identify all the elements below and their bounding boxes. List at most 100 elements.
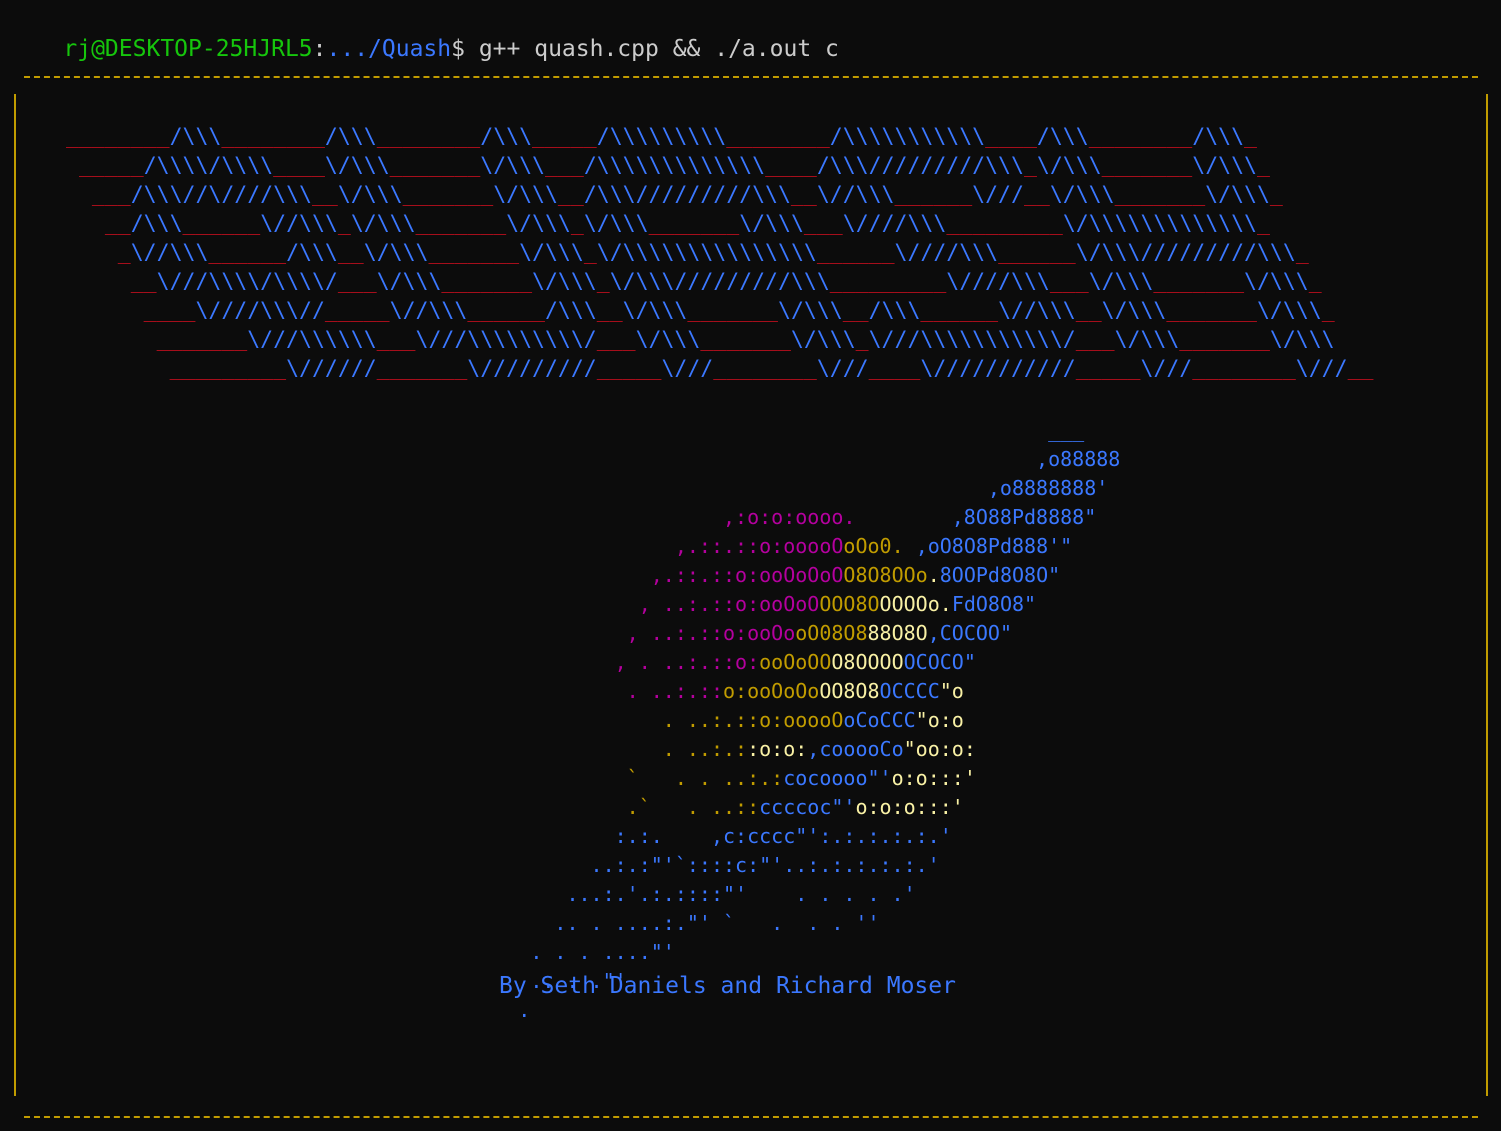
art-segment: ...:.'.:.::::"' . . . . .'	[434, 882, 916, 906]
art-line: , ..:.::o:ooOoOOOO8OOOOOo.FdO8O8"	[434, 590, 1120, 619]
ascii-art-illustration: ___ ,o88888 ,o8888888' ,:o:o:oooo. ,8O88…	[434, 416, 1120, 1025]
credits-text: By Seth Daniels and Richard Moser	[499, 973, 956, 999]
art-segment: . ..:.:	[434, 708, 748, 732]
art-segment: O8OOOO	[831, 650, 904, 674]
prompt-separator: :	[312, 36, 327, 62]
art-segment: 88O8O	[867, 621, 928, 645]
logo-line: ____\////\\\//_____\//\\\______/\\\__\/\…	[143, 298, 1335, 323]
art-segment: "'	[867, 766, 892, 790]
prompt-path: .../Quash	[326, 36, 452, 62]
art-segment: . ..:.::	[434, 679, 723, 703]
art-segment: :o:o:	[747, 737, 808, 761]
art-segment: ,oO8O8Pd888'"	[915, 534, 1073, 558]
art-segment: OCCCC	[879, 679, 940, 703]
art-segment: .` . ..::	[434, 795, 760, 819]
art-line: ,:o:o:oooo. ,8O88Pd8888"	[434, 503, 1120, 532]
art-segment: ` . . ..:.:	[434, 766, 784, 790]
art-segment: .	[927, 563, 940, 587]
logo-line: _\//\\\______/\\\__\/\\\_______\/\\\_\/\…	[117, 240, 1309, 265]
art-segment: ,o8888888'	[434, 476, 1109, 500]
art-segment: ..:.:"'`::::c:"'..:.:.:.:.:.'	[434, 853, 940, 877]
art-segment: ooOoO	[759, 592, 820, 616]
art-segment: o:o:o:::'	[855, 795, 964, 819]
art-segment: O8O8OOo	[843, 563, 928, 587]
art-segment: 8OOPd8O8O"	[939, 563, 1061, 587]
art-segment: ,.::.::o:	[434, 563, 760, 587]
prompt-symbol: $	[451, 36, 465, 62]
art-line: .` . ..::ccccoc"'o:o:o:::'	[434, 793, 1120, 822]
art-line: .. . ....:."' ` . . . ''	[434, 909, 1120, 938]
art-segment: cocoooo	[783, 766, 868, 790]
logo-line: __\///\\\\/\\\\/___\/\\\_______\/\\\_\/\…	[130, 269, 1322, 294]
art-segment: ccccoc	[759, 795, 832, 819]
logo-line: ________/\\\________/\\\________/\\\____…	[66, 124, 1257, 149]
art-segment: OCOCO"	[903, 650, 976, 674]
art-segment: ooOo	[747, 621, 796, 645]
art-segment: .. . ....:."' ` . . . ''	[434, 911, 880, 935]
art-segment: :.:. ,c:cccc"':.:.:.:.:.'	[434, 824, 952, 848]
logo-line: __/\\\______\//\\\_\/\\\_______\/\\\_\/\…	[104, 211, 1270, 236]
art-line: ,.::.::o:ooooOoOo0. ,oO8O8Pd888'"	[434, 532, 1120, 561]
art-segment: oO	[843, 534, 868, 558]
banner-box: ________/\\\________/\\\________/\\\____…	[14, 76, 1488, 1122]
art-segment: ___	[434, 418, 1085, 442]
art-segment: ,o88888	[434, 447, 1121, 471]
art-segment: "oo:o:	[903, 737, 976, 761]
art-segment: ooOoOO	[759, 650, 832, 674]
art-line: ...:.'.:.::::"' . . . . .'	[434, 880, 1120, 909]
logo-line: _____/\\\\/\\\\____\/\\\_______\/\\\___/…	[78, 153, 1270, 178]
art-segment: .	[434, 998, 531, 1022]
art-segment: OOOOo	[879, 592, 940, 616]
art-segment: .	[939, 592, 952, 616]
art-segment: ,8O88Pd8888"	[951, 505, 1097, 529]
art-line: ,o8888888'	[434, 474, 1120, 503]
art-segment: . ..:.:	[434, 737, 748, 761]
art-segment: ooooO	[783, 534, 844, 558]
art-line: ` . . ..:.:cocoooo"'o:o:::'	[434, 764, 1120, 793]
art-segment: , . ..:.::o:	[434, 650, 760, 674]
logo-line: ___/\\\//\////\\\__\/\\\_______\/\\\__/\…	[91, 182, 1283, 207]
banner-right-border	[1486, 94, 1488, 1096]
art-segment: oCoCCC	[843, 708, 916, 732]
banner-left-border	[14, 94, 16, 1096]
art-line: ___	[434, 416, 1120, 445]
art-line: , . ..:.::o:ooOoOOO8OOOOOCOCO"	[434, 648, 1120, 677]
art-segment: ,COCOO"	[927, 621, 1013, 645]
command-text: g++ quash.cpp && ./a.out c	[464, 36, 839, 62]
art-line: ..:.:"'`::::c:"'..:.:.:.:.:.'	[434, 851, 1120, 880]
art-segment: ooooO	[783, 708, 844, 732]
art-line: :.:. ,c:cccc"':.:.:.:.:.'	[434, 822, 1120, 851]
art-segment: ,cooooCo	[807, 737, 904, 761]
art-segment: o:ooOoOo	[722, 679, 820, 703]
art-segment: "'	[831, 795, 856, 819]
art-line: . . . ...."'	[434, 938, 1120, 967]
art-segment: OOO8O	[819, 592, 880, 616]
art-segment: o:o:::'	[891, 766, 976, 790]
art-segment: "o	[939, 679, 964, 703]
art-line: . ..:.::o:o:,cooooCo"oo:o:	[434, 735, 1120, 764]
art-segment: ,.::.::o:	[434, 534, 784, 558]
art-segment: oO08O8	[795, 621, 868, 645]
logo-line: _________\//////_______\/////////_____\/…	[169, 356, 1374, 381]
art-segment: . . . ...."'	[434, 940, 675, 964]
art-line: ,.::.::o:ooOoOoOO8O8OOo.8OOPd8O8O"	[434, 561, 1120, 590]
art-segment: "o:o	[915, 708, 964, 732]
art-segment: ooOoOoO	[759, 563, 844, 587]
art-line: , ..:.::o:ooOooO08O888O8O,COCOO"	[434, 619, 1120, 648]
art-line: . ..:.::o:ooOoOoOO8O8OCCCC"o	[434, 677, 1120, 706]
art-segment: , ..:.::o:	[434, 621, 748, 645]
terminal-window[interactable]: rj@DESKTOP-25HJRL5:.../Quash$ g++ quash.…	[0, 0, 1501, 1131]
banner-top-border	[24, 76, 1478, 78]
art-line: . ..:.::o:ooooOoCoCCC"o:o	[434, 706, 1120, 735]
art-segment: FdO8O8"	[951, 592, 1037, 616]
art-segment: OO8O8	[819, 679, 880, 703]
prompt-user: rj@DESKTOP-25HJRL5	[63, 36, 313, 62]
art-segment: :o:	[747, 708, 784, 732]
art-segment: ,:o:o:oooo.	[434, 505, 952, 529]
banner-bottom-border	[24, 1116, 1478, 1118]
logo-line: _______\///\\\\\\___\///\\\\\\\\\/___\/\…	[156, 327, 1335, 352]
art-segment: o0.	[867, 534, 916, 558]
art-segment: , ..:.::o:	[434, 592, 760, 616]
art-line: ,o88888	[434, 445, 1120, 474]
quash-ascii-logo: ________/\\\________/\\\________/\\\____…	[66, 122, 1373, 383]
